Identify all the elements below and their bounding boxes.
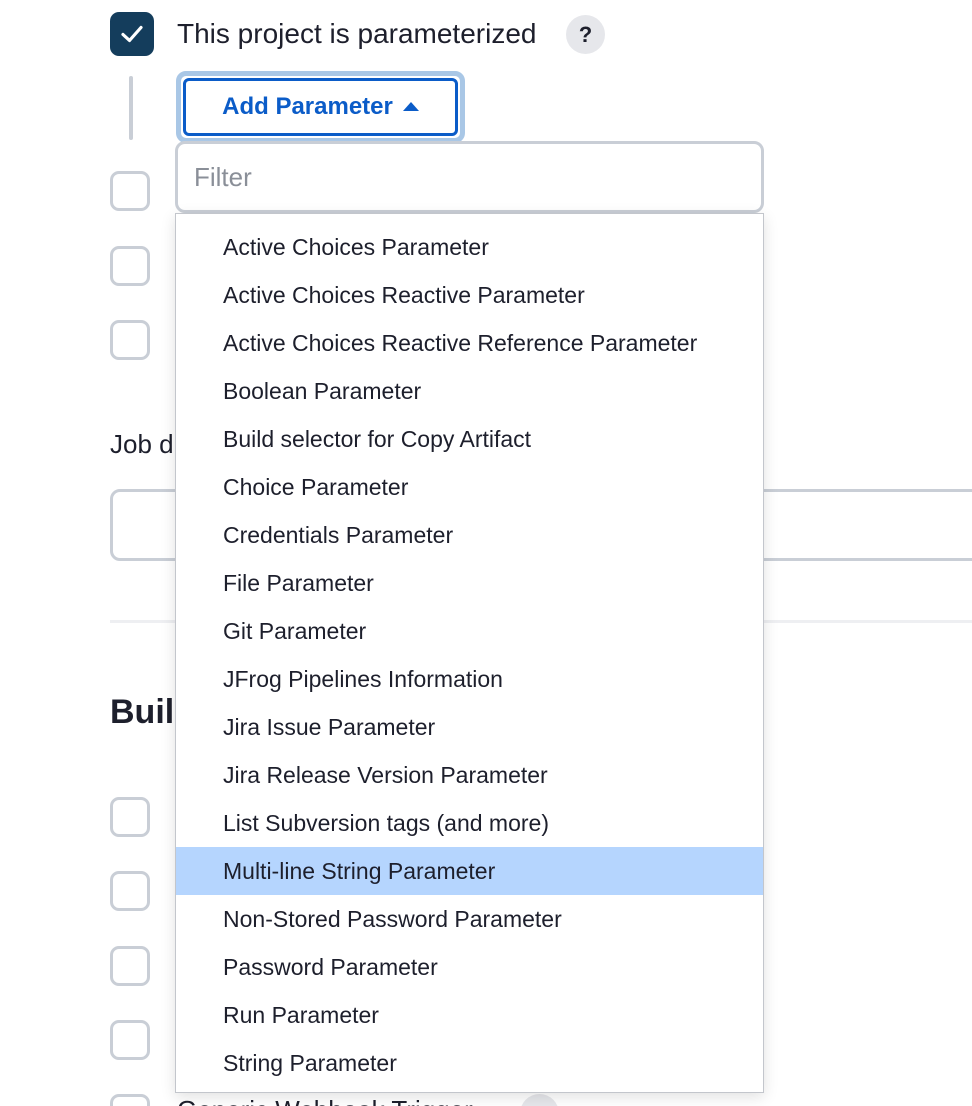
option-checkbox[interactable] (110, 320, 150, 360)
dropdown-item[interactable]: Non-Stored Password Parameter (176, 895, 763, 943)
dropdown-item[interactable]: File Parameter (176, 559, 763, 607)
dropdown-item[interactable]: Active Choices Reactive Reference Parame… (176, 319, 763, 367)
add-parameter-label: Add Parameter (222, 93, 393, 120)
dropdown-item[interactable]: Active Choices Reactive Parameter (176, 271, 763, 319)
build-trigger-checkbox[interactable] (110, 797, 150, 837)
dropdown-item[interactable]: String Parameter (176, 1039, 763, 1087)
add-parameter-button-content: Add Parameter (183, 78, 458, 136)
parameter-type-list: Active Choices Parameter Active Choices R… (176, 223, 763, 1087)
dropdown-item[interactable]: Jira Release Version Parameter (176, 751, 763, 799)
option-checkbox[interactable] (110, 246, 150, 286)
help-icon[interactable] (520, 1094, 559, 1106)
option-checkbox[interactable] (110, 171, 150, 211)
dropdown-item[interactable]: Build selector for Copy Artifact (176, 415, 763, 463)
job-config-page: This project is parameterized ? Add Para… (0, 0, 972, 1106)
dropdown-item[interactable]: List Subversion tags (and more) (176, 799, 763, 847)
parameter-type-dropdown: Active Choices Parameter Active Choices R… (175, 213, 764, 1093)
dropdown-item[interactable]: JFrog Pipelines Information (176, 655, 763, 703)
dropdown-item[interactable]: Choice Parameter (176, 463, 763, 511)
checkmark-icon (121, 25, 143, 43)
parameterized-label: This project is parameterized (177, 18, 537, 49)
build-trigger-checkbox[interactable] (110, 946, 150, 986)
parameterized-checkbox[interactable] (110, 12, 154, 56)
nested-section-line (129, 76, 133, 140)
dropdown-item[interactable]: Git Parameter (176, 607, 763, 655)
dropdown-item[interactable]: Password Parameter (176, 943, 763, 991)
dropdown-item[interactable]: Run Parameter (176, 991, 763, 1039)
build-trigger-checkbox[interactable] (110, 1094, 150, 1106)
trigger-label: Generic Webhook Trigger (177, 1092, 473, 1106)
caret-up-icon (402, 101, 419, 111)
build-trigger-checkbox[interactable] (110, 1020, 150, 1060)
add-parameter-button[interactable]: Add Parameter (176, 71, 465, 143)
dropdown-item[interactable]: Active Choices Parameter (176, 223, 763, 271)
dropdown-item[interactable]: Jira Issue Parameter (176, 703, 763, 751)
dropdown-item[interactable]: Boolean Parameter (176, 367, 763, 415)
filter-input[interactable] (175, 141, 764, 213)
job-section-label: Job d (110, 429, 174, 459)
dropdown-item[interactable]: Multi-line String Parameter (176, 847, 763, 895)
build-section-heading: Buil (110, 693, 175, 731)
build-trigger-checkbox[interactable] (110, 871, 150, 911)
help-icon[interactable]: ? (566, 15, 605, 54)
dropdown-item[interactable]: Credentials Parameter (176, 511, 763, 559)
